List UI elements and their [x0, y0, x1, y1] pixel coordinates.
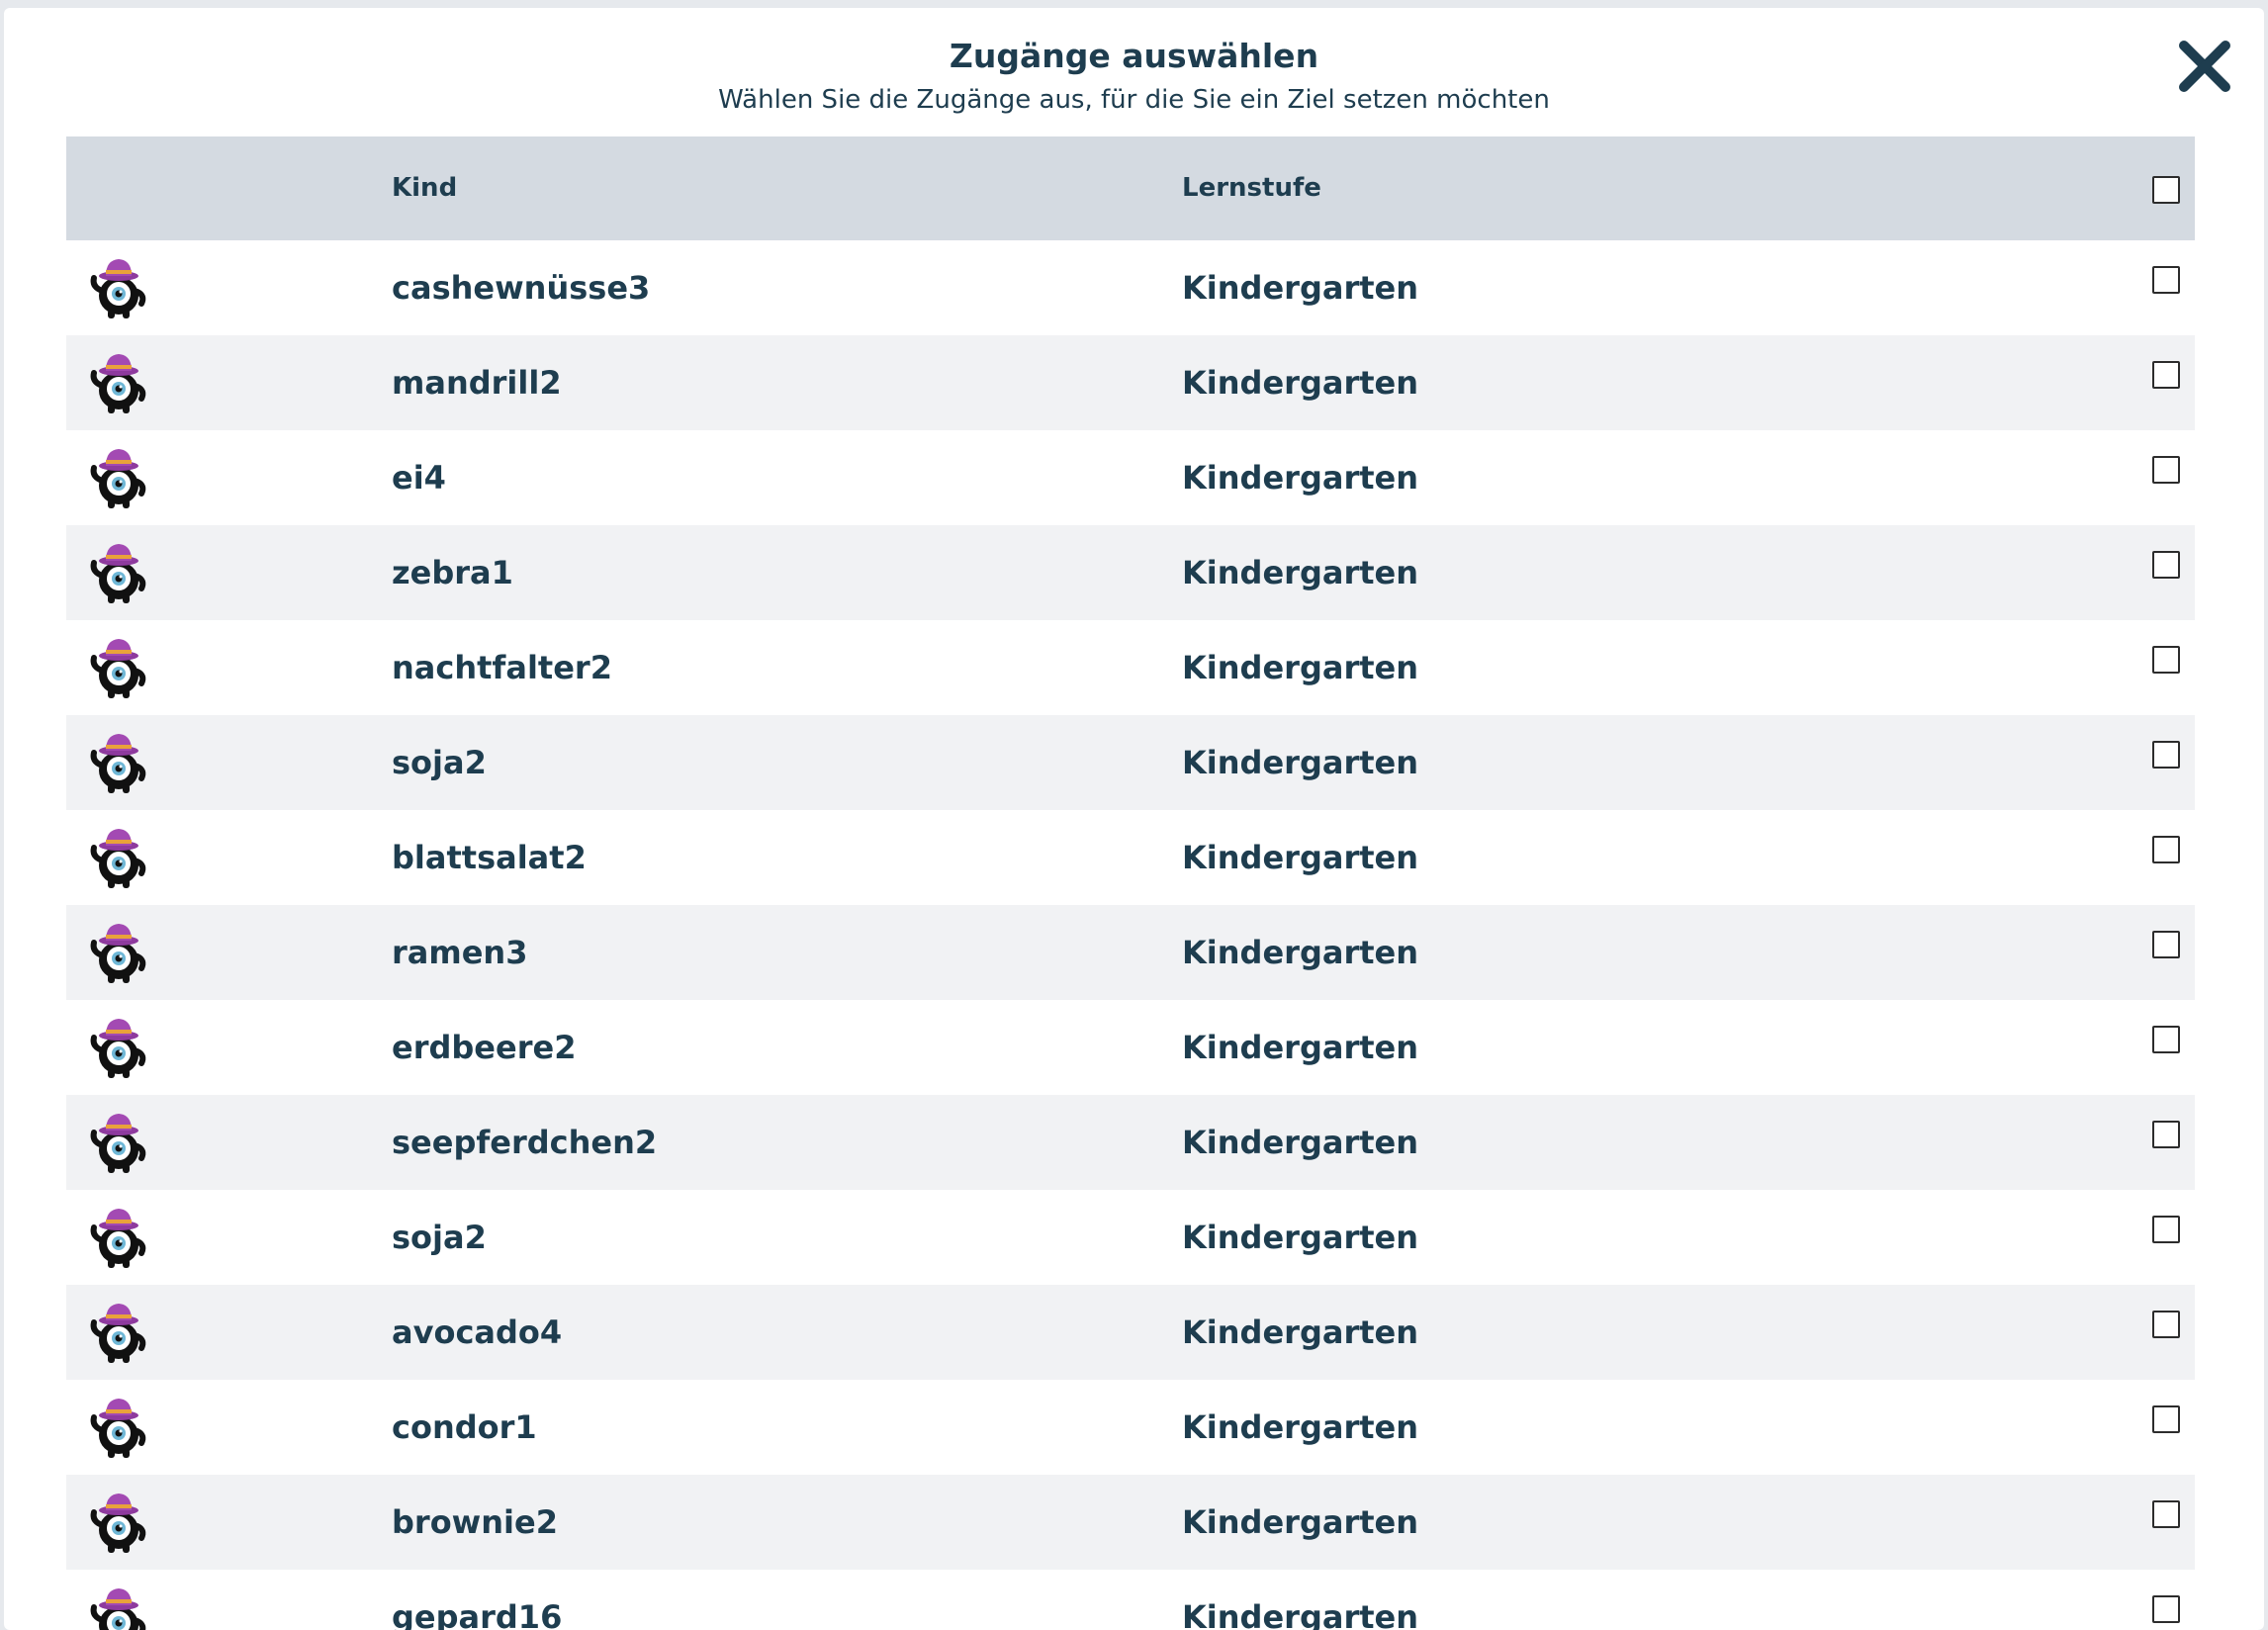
table-header: Kind Lernstufe: [66, 136, 2195, 240]
row-select-checkbox[interactable]: [2152, 1121, 2180, 1148]
cell-level: Kindergarten: [1182, 649, 1418, 686]
column-header-kind: Kind: [392, 173, 458, 203]
row-select-checkbox[interactable]: [2152, 1026, 2180, 1053]
monster-avatar-icon: [88, 1491, 149, 1554]
cell-level: Kindergarten: [1182, 554, 1418, 591]
modal-title: Zugänge auswählen: [949, 37, 1319, 75]
cell-kind-name: ei4: [392, 459, 446, 497]
cell-kind-name: soja2: [392, 1219, 487, 1256]
cell-kind-name: gepard16: [392, 1598, 563, 1630]
cell-level: Kindergarten: [1182, 1029, 1418, 1066]
table-body: cashewnüsse3 Kindergarten mandrill2 Kinder…: [66, 240, 2195, 1630]
cell-level: Kindergarten: [1182, 459, 1418, 497]
monster-avatar-icon: [88, 1016, 149, 1079]
cell-level: Kindergarten: [1182, 1598, 1418, 1630]
table-row[interactable]: ei4 Kindergarten: [66, 430, 2195, 525]
cell-level: Kindergarten: [1182, 1503, 1418, 1541]
cell-level: Kindergarten: [1182, 364, 1418, 402]
row-select-checkbox[interactable]: [2152, 1311, 2180, 1338]
monster-avatar-icon: [88, 1301, 149, 1364]
cell-kind-name: brownie2: [392, 1503, 558, 1541]
monster-avatar-icon: [88, 731, 149, 794]
cell-kind-name: erdbeere2: [392, 1029, 577, 1066]
close-button[interactable]: [2176, 38, 2233, 95]
table-row[interactable]: ramen3 Kindergarten: [66, 905, 2195, 1000]
monster-avatar-icon: [88, 446, 149, 509]
modal-subtitle: Wählen Sie die Zugänge aus, für die Sie …: [718, 85, 1550, 115]
cell-level: Kindergarten: [1182, 269, 1418, 307]
table-row[interactable]: erdbeere2 Kindergarten: [66, 1000, 2195, 1095]
cell-kind-name: blattsalat2: [392, 839, 587, 876]
table-row[interactable]: condor1 Kindergarten: [66, 1380, 2195, 1475]
row-select-checkbox[interactable]: [2152, 931, 2180, 958]
table-row[interactable]: zebra1 Kindergarten: [66, 525, 2195, 620]
monster-avatar-icon: [88, 1396, 149, 1459]
table-row[interactable]: nachtfalter2 Kindergarten: [66, 620, 2195, 715]
row-select-checkbox[interactable]: [2152, 646, 2180, 674]
cell-kind-name: ramen3: [392, 934, 528, 971]
select-all-checkbox[interactable]: [2152, 176, 2180, 204]
cell-level: Kindergarten: [1182, 839, 1418, 876]
row-select-checkbox[interactable]: [2152, 1216, 2180, 1243]
table-row[interactable]: gepard16 Kindergarten: [66, 1570, 2195, 1630]
cell-level: Kindergarten: [1182, 1408, 1418, 1446]
row-select-checkbox[interactable]: [2152, 456, 2180, 484]
cell-level: Kindergarten: [1182, 1219, 1418, 1256]
monster-avatar-icon: [88, 541, 149, 604]
accounts-table: Kind Lernstufe cashewnüsse3 Kindergarten …: [66, 136, 2195, 1630]
cell-kind-name: cashewnüsse3: [392, 269, 651, 307]
cell-kind-name: soja2: [392, 744, 487, 781]
monster-avatar-icon: [88, 921, 149, 984]
cell-kind-name: avocado4: [392, 1313, 563, 1351]
table-row[interactable]: soja2 Kindergarten: [66, 1190, 2195, 1285]
monster-avatar-icon: [88, 1111, 149, 1174]
modal-header: Zugänge auswählen Wählen Sie die Zugänge…: [4, 8, 2264, 136]
row-select-checkbox[interactable]: [2152, 836, 2180, 863]
column-header-level: Lernstufe: [1182, 173, 1321, 203]
monster-avatar-icon: [88, 636, 149, 699]
monster-avatar-icon: [88, 826, 149, 889]
close-icon: [2179, 41, 2230, 92]
table-row[interactable]: brownie2 Kindergarten: [66, 1475, 2195, 1570]
cell-kind-name: seepferdchen2: [392, 1124, 658, 1161]
cell-level: Kindergarten: [1182, 1313, 1418, 1351]
cell-kind-name: nachtfalter2: [392, 649, 612, 686]
cell-level: Kindergarten: [1182, 1124, 1418, 1161]
cell-kind-name: zebra1: [392, 554, 513, 591]
cell-kind-name: mandrill2: [392, 364, 562, 402]
table-row[interactable]: avocado4 Kindergarten: [66, 1285, 2195, 1380]
table-row[interactable]: soja2 Kindergarten: [66, 715, 2195, 810]
cell-kind-name: condor1: [392, 1408, 537, 1446]
table-row[interactable]: cashewnüsse3 Kindergarten: [66, 240, 2195, 335]
row-select-checkbox[interactable]: [2152, 551, 2180, 579]
monster-avatar-icon: [88, 256, 149, 319]
row-select-checkbox[interactable]: [2152, 1500, 2180, 1528]
cell-level: Kindergarten: [1182, 744, 1418, 781]
table-row[interactable]: seepferdchen2 Kindergarten: [66, 1095, 2195, 1190]
table-row[interactable]: mandrill2 Kindergarten: [66, 335, 2195, 430]
monster-avatar-icon: [88, 1206, 149, 1269]
row-select-checkbox[interactable]: [2152, 741, 2180, 769]
row-select-checkbox[interactable]: [2152, 361, 2180, 389]
row-select-checkbox[interactable]: [2152, 266, 2180, 294]
table-row[interactable]: blattsalat2 Kindergarten: [66, 810, 2195, 905]
row-select-checkbox[interactable]: [2152, 1405, 2180, 1433]
select-accounts-modal: Zugänge auswählen Wählen Sie die Zugänge…: [4, 8, 2264, 1630]
monster-avatar-icon: [88, 1585, 149, 1630]
cell-level: Kindergarten: [1182, 934, 1418, 971]
monster-avatar-icon: [88, 351, 149, 414]
